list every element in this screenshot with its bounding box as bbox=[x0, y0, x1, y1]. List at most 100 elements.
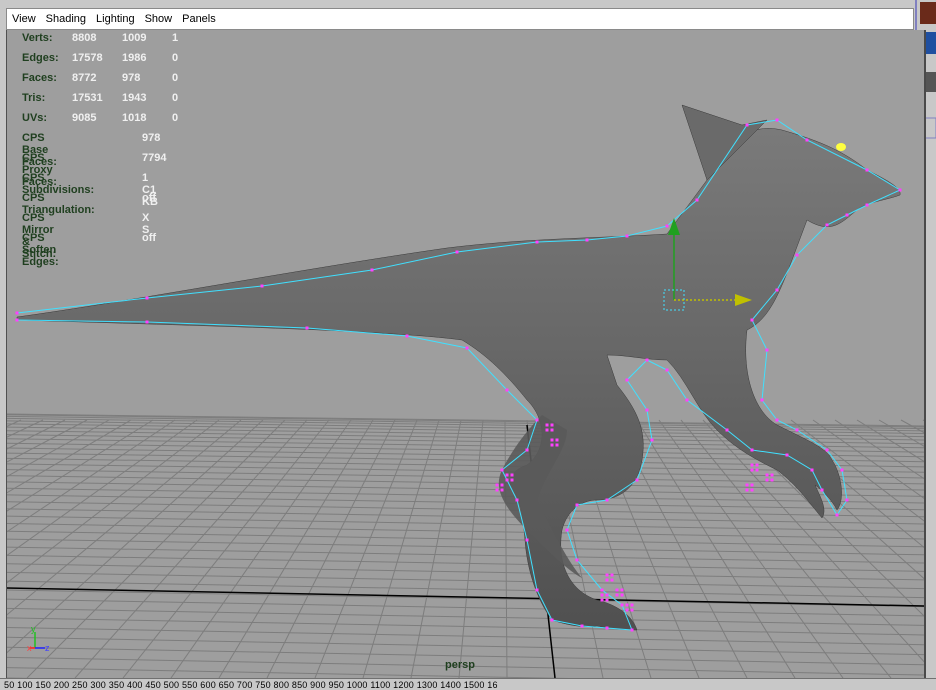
cage-vertex[interactable] bbox=[575, 558, 579, 562]
cage-vertex[interactable] bbox=[750, 483, 754, 487]
cage-vertex[interactable] bbox=[825, 448, 829, 452]
menu-shading[interactable]: Shading bbox=[41, 9, 91, 29]
cage-vertex[interactable] bbox=[510, 473, 514, 477]
cage-vertex[interactable] bbox=[725, 428, 729, 432]
cage-vertex[interactable] bbox=[625, 603, 629, 607]
cage-vertex[interactable] bbox=[620, 593, 624, 597]
cage-vertex[interactable] bbox=[550, 618, 554, 622]
cage-vertex[interactable] bbox=[505, 473, 509, 477]
cage-vertex[interactable] bbox=[835, 513, 839, 517]
cage-vertex[interactable] bbox=[745, 123, 749, 127]
cage-vertex[interactable] bbox=[535, 418, 539, 422]
cage-vertex[interactable] bbox=[825, 223, 829, 227]
cage-vertex[interactable] bbox=[630, 608, 634, 612]
time-slider-ruler[interactable]: 50 100 150 200 250 300 350 400 450 500 5… bbox=[0, 678, 936, 690]
cage-vertex[interactable] bbox=[795, 253, 799, 257]
cage-vertex[interactable] bbox=[625, 378, 629, 382]
cage-vertex[interactable] bbox=[770, 473, 774, 477]
cage-vertex[interactable] bbox=[535, 240, 539, 244]
cage-vertex[interactable] bbox=[605, 593, 609, 597]
cage-vertex[interactable] bbox=[645, 408, 649, 412]
cage-vertex[interactable] bbox=[865, 168, 869, 172]
cage-vertex[interactable] bbox=[525, 448, 529, 452]
scene-canvas[interactable] bbox=[7, 30, 925, 678]
cage-vertex[interactable] bbox=[545, 423, 549, 427]
cage-vertex[interactable] bbox=[755, 463, 759, 467]
cage-vertex[interactable] bbox=[495, 488, 499, 492]
cage-vertex[interactable] bbox=[745, 488, 749, 492]
cage-vertex[interactable] bbox=[845, 498, 849, 502]
cage-vertex[interactable] bbox=[550, 438, 554, 442]
cage-vertex[interactable] bbox=[795, 428, 799, 432]
cage-vertex[interactable] bbox=[645, 358, 649, 362]
cage-vertex[interactable] bbox=[500, 468, 504, 472]
cage-vertex[interactable] bbox=[745, 483, 749, 487]
cage-vertex[interactable] bbox=[580, 624, 584, 628]
cage-vertex[interactable] bbox=[845, 213, 849, 217]
cage-vertex[interactable] bbox=[550, 428, 554, 432]
cage-vertex[interactable] bbox=[755, 468, 759, 472]
menu-show[interactable]: Show bbox=[140, 9, 178, 29]
cage-vertex[interactable] bbox=[665, 224, 669, 228]
cage-vertex[interactable] bbox=[685, 398, 689, 402]
cage-vertex[interactable] bbox=[370, 268, 374, 272]
cage-vertex[interactable] bbox=[605, 498, 609, 502]
cage-vertex[interactable] bbox=[630, 628, 634, 632]
menu-panels[interactable]: Panels bbox=[177, 9, 221, 29]
cage-vertex[interactable] bbox=[635, 478, 639, 482]
cage-vertex[interactable] bbox=[765, 473, 769, 477]
cage-vertex[interactable] bbox=[510, 478, 514, 482]
cage-vertex[interactable] bbox=[805, 138, 809, 142]
cage-vertex[interactable] bbox=[600, 593, 604, 597]
cage-vertex[interactable] bbox=[305, 326, 309, 330]
cage-vertex[interactable] bbox=[495, 483, 499, 487]
cage-vertex[interactable] bbox=[785, 453, 789, 457]
cage-vertex[interactable] bbox=[15, 311, 19, 315]
cage-vertex[interactable] bbox=[770, 478, 774, 482]
cage-vertex[interactable] bbox=[600, 588, 604, 592]
cage-vertex[interactable] bbox=[750, 463, 754, 467]
cage-vertex[interactable] bbox=[605, 573, 609, 577]
cage-vertex[interactable] bbox=[545, 428, 549, 432]
cage-vertex[interactable] bbox=[145, 320, 149, 324]
cage-vertex[interactable] bbox=[750, 488, 754, 492]
cage-vertex[interactable] bbox=[610, 573, 614, 577]
cage-vertex[interactable] bbox=[865, 203, 869, 207]
cage-vertex[interactable] bbox=[650, 438, 654, 442]
cage-vertex[interactable] bbox=[630, 603, 634, 607]
cage-vertex[interactable] bbox=[605, 626, 609, 630]
cage-vertex[interactable] bbox=[500, 488, 504, 492]
cage-vertex[interactable] bbox=[565, 528, 569, 532]
cage-vertex[interactable] bbox=[605, 598, 609, 602]
cage-vertex[interactable] bbox=[750, 318, 754, 322]
cage-vertex[interactable] bbox=[765, 348, 769, 352]
cage-vertex[interactable] bbox=[535, 588, 539, 592]
cage-vertex[interactable] bbox=[260, 284, 264, 288]
cage-vertex[interactable] bbox=[765, 478, 769, 482]
cage-vertex[interactable] bbox=[550, 443, 554, 447]
cage-vertex[interactable] bbox=[605, 578, 609, 582]
cage-vertex[interactable] bbox=[620, 603, 624, 607]
cage-vertex[interactable] bbox=[610, 578, 614, 582]
cage-vertex[interactable] bbox=[775, 288, 779, 292]
cage-vertex[interactable] bbox=[575, 503, 579, 507]
cage-vertex[interactable] bbox=[775, 118, 779, 122]
cage-vertex[interactable] bbox=[810, 468, 814, 472]
cage-vertex[interactable] bbox=[550, 423, 554, 427]
cage-vertex[interactable] bbox=[750, 468, 754, 472]
cage-vertex[interactable] bbox=[760, 398, 764, 402]
cage-vertex[interactable] bbox=[15, 318, 19, 322]
perspective-viewport[interactable]: Verts: 8808 1009 1 Edges: 17578 1986 0 Faces: 877… bbox=[6, 30, 926, 678]
cage-vertex[interactable] bbox=[820, 488, 824, 492]
cage-vertex[interactable] bbox=[620, 588, 624, 592]
cage-vertex[interactable] bbox=[465, 346, 469, 350]
cage-vertex[interactable] bbox=[600, 598, 604, 602]
cage-vertex[interactable] bbox=[405, 334, 409, 338]
menu-lighting[interactable]: Lighting bbox=[91, 9, 140, 29]
cage-vertex[interactable] bbox=[505, 478, 509, 482]
cage-vertex[interactable] bbox=[775, 418, 779, 422]
cage-vertex[interactable] bbox=[750, 448, 754, 452]
cage-vertex[interactable] bbox=[840, 468, 844, 472]
cage-vertex[interactable] bbox=[898, 188, 902, 192]
cage-vertex[interactable] bbox=[615, 588, 619, 592]
